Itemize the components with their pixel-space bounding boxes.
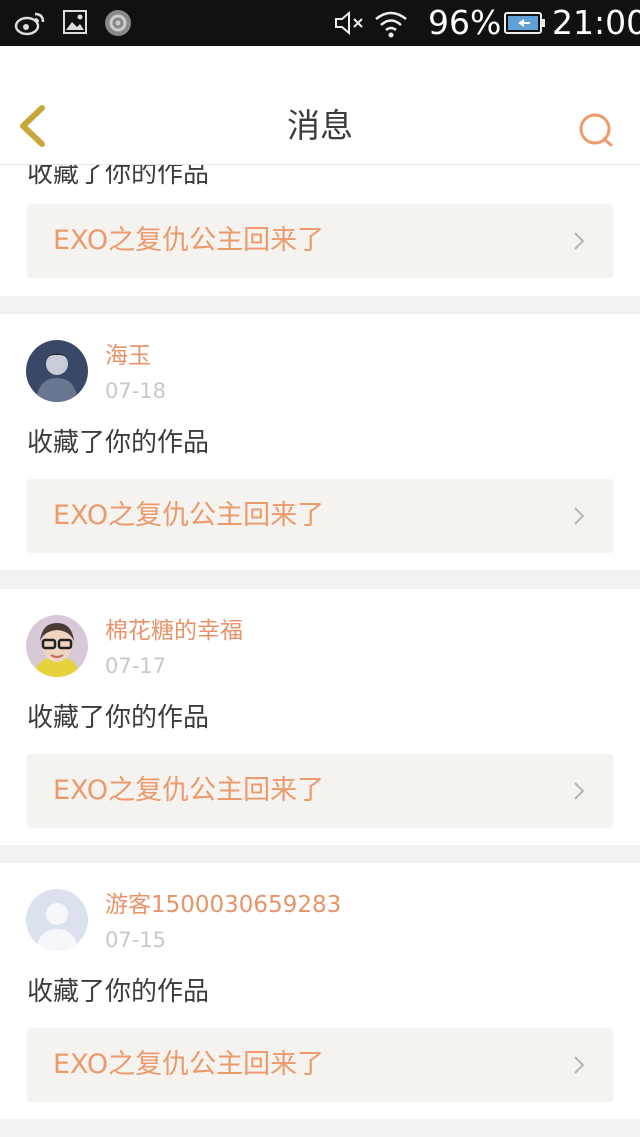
message-date: 07-18 (105, 379, 167, 403)
mute-icon (333, 9, 365, 41)
work-title: EXO之复仇公主回来了 (53, 1049, 325, 1080)
app-icon (104, 9, 132, 41)
message-action-text: 收藏了你的作品 (27, 428, 210, 458)
username[interactable]: 游客1500030659283 (105, 891, 341, 919)
avatar[interactable] (26, 889, 88, 951)
battery-icon (504, 11, 546, 39)
message-card: 游客1500030659283 07-15 收藏了你的作品 EXO之复仇公主回来… (0, 863, 640, 1119)
message-date: 07-17 (105, 654, 167, 678)
username[interactable]: 海玉 (105, 342, 151, 370)
status-time: 21:00 (552, 3, 640, 42)
avatar[interactable] (26, 615, 88, 677)
message-card: 棉花糖的幸福 07-17 收藏了你的作品 EXO之复仇公主回来了 (0, 589, 640, 845)
username[interactable]: 棉花糖的幸福 (105, 617, 243, 645)
search-icon (579, 113, 613, 147)
avatar[interactable] (26, 340, 88, 402)
screen: 96% 21:00 消息 收藏了你的作品 EXO之复仇公主回来了 海玉 07-1… (0, 0, 640, 1137)
message-card: 海玉 07-18 收藏了你的作品 EXO之复仇公主回来了 (0, 314, 640, 570)
status-bar: 96% 21:00 (0, 0, 640, 46)
message-action-text: 收藏了你的作品 (27, 977, 210, 1007)
work-link[interactable]: EXO之复仇公主回来了 (27, 1028, 613, 1102)
chevron-right-icon (574, 232, 585, 250)
chevron-right-icon (574, 1056, 585, 1074)
search-button[interactable] (574, 108, 618, 152)
work-link[interactable]: EXO之复仇公主回来了 (27, 479, 613, 553)
chevron-right-icon (574, 507, 585, 525)
page-title: 消息 (287, 106, 353, 145)
work-title: EXO之复仇公主回来了 (53, 225, 325, 256)
gallery-icon (62, 9, 88, 39)
work-link[interactable]: EXO之复仇公主回来了 (27, 204, 613, 278)
status-spacer (0, 46, 640, 86)
work-link[interactable]: EXO之复仇公主回来了 (27, 754, 613, 828)
wifi-icon (373, 9, 409, 43)
message-action-text: 收藏了你的作品 (27, 703, 210, 733)
chevron-right-icon (574, 782, 585, 800)
work-title: EXO之复仇公主回来了 (53, 775, 325, 806)
nav-bar: 消息 (0, 86, 640, 165)
weibo-icon (14, 9, 46, 41)
battery-percent: 96% (428, 3, 502, 42)
work-title: EXO之复仇公主回来了 (53, 500, 325, 531)
message-date: 07-15 (105, 928, 167, 952)
